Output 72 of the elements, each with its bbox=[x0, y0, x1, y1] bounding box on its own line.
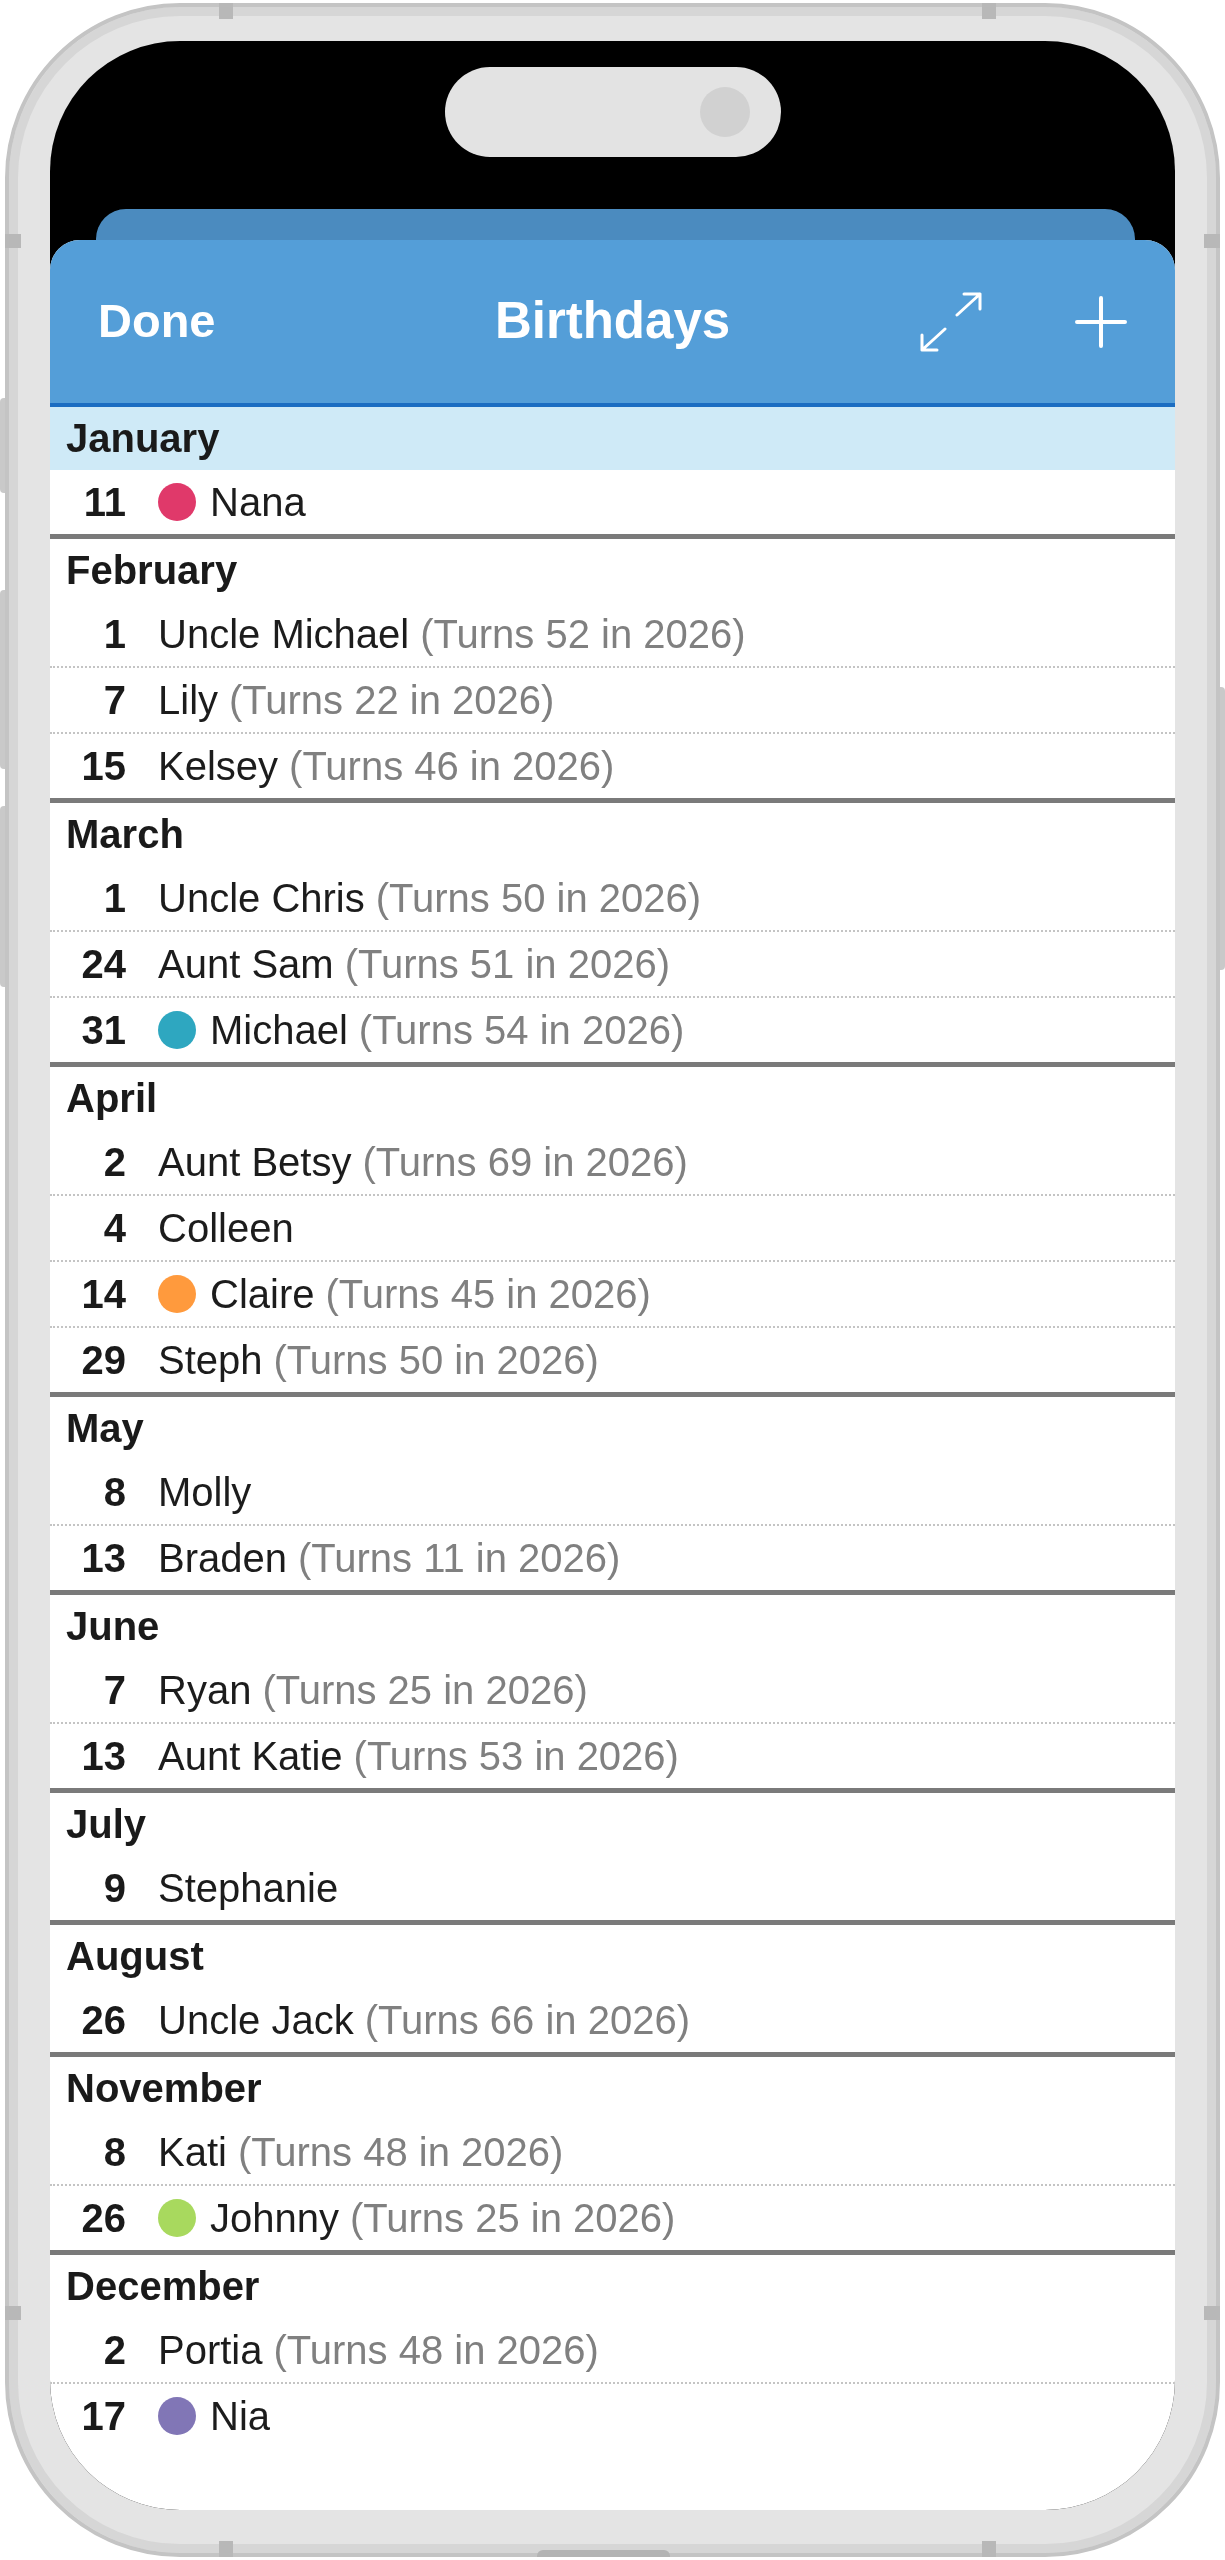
age-note: (Turns 52 in 2026) bbox=[420, 611, 746, 657]
person-name: Lily bbox=[158, 677, 219, 723]
person-name: Stephanie bbox=[158, 1865, 339, 1911]
day-number: 26 bbox=[80, 1997, 126, 2043]
day-number: 14 bbox=[80, 1271, 126, 1317]
month-label: March bbox=[66, 812, 184, 857]
month-label: December bbox=[66, 2264, 260, 2309]
day-number: 8 bbox=[102, 1469, 126, 1515]
person-name: Kelsey bbox=[158, 743, 279, 789]
add-icon[interactable] bbox=[1075, 295, 1127, 348]
age-note: (Turns 51 in 2026) bbox=[344, 941, 670, 987]
day-number: 13 bbox=[80, 1733, 126, 1779]
person-name: Steph bbox=[158, 1337, 263, 1383]
age-note: (Turns 45 in 2026) bbox=[325, 1271, 651, 1317]
person-name: Portia bbox=[158, 2327, 263, 2373]
month-label: June bbox=[66, 1604, 160, 1649]
month-label: January bbox=[66, 416, 220, 461]
age-note: (Turns 54 in 2026) bbox=[358, 1007, 685, 1053]
person-name: Uncle Jack bbox=[158, 1997, 354, 2043]
done-button[interactable]: Done bbox=[98, 294, 216, 349]
person-name: Aunt Betsy bbox=[158, 1139, 352, 1185]
day-number: 24 bbox=[80, 941, 126, 987]
day-number: 13 bbox=[80, 1535, 126, 1581]
day-number: 4 bbox=[102, 1205, 126, 1251]
nav-title: Birthdays bbox=[494, 292, 731, 351]
month-label: April bbox=[66, 1076, 158, 1121]
day-number: 2 bbox=[102, 1139, 126, 1185]
day-number: 26 bbox=[80, 2195, 126, 2241]
day-number: 8 bbox=[102, 2129, 126, 2175]
age-note: (Turns 25 in 2026) bbox=[262, 1667, 588, 1713]
person-name: Ryan bbox=[158, 1667, 252, 1713]
person-name: Uncle Michael bbox=[158, 611, 410, 657]
day-number: 31 bbox=[80, 1007, 126, 1053]
age-note: (Turns 22 in 2026) bbox=[229, 677, 555, 723]
month-label: July bbox=[66, 1802, 147, 1847]
age-note: (Turns 48 in 2026) bbox=[237, 2129, 564, 2175]
expand-icon[interactable] bbox=[920, 291, 982, 352]
age-note: (Turns 50 in 2026) bbox=[273, 1337, 599, 1383]
day-number: 1 bbox=[102, 611, 126, 657]
day-number: 11 bbox=[82, 479, 126, 525]
month-label: November bbox=[66, 2066, 262, 2111]
person-name: Aunt Katie bbox=[158, 1733, 343, 1779]
person-name: Uncle Chris bbox=[158, 875, 365, 921]
day-number: 17 bbox=[80, 2393, 126, 2439]
age-note: (Turns 66 in 2026) bbox=[364, 1997, 690, 2043]
month-label: February bbox=[66, 548, 238, 593]
person-name: Nia bbox=[210, 2393, 271, 2439]
age-note: (Turns 50 in 2026) bbox=[375, 875, 702, 921]
person-name: Aunt Sam bbox=[158, 941, 334, 987]
day-number: 7 bbox=[102, 1667, 126, 1713]
age-note: (Turns 46 in 2026) bbox=[289, 743, 615, 789]
person-name: Kati bbox=[158, 2129, 227, 2175]
age-note: (Turns 69 in 2026) bbox=[362, 1139, 688, 1185]
month-label: May bbox=[66, 1406, 144, 1451]
age-note: (Turns 53 in 2026) bbox=[353, 1733, 679, 1779]
age-note: (Turns 25 in 2026) bbox=[350, 2195, 676, 2241]
person-name: Johnny bbox=[210, 2195, 339, 2241]
day-number: 2 bbox=[102, 2327, 126, 2373]
day-number: 15 bbox=[80, 743, 126, 789]
person-name: Braden bbox=[158, 1535, 287, 1581]
person-name: Michael bbox=[210, 1007, 348, 1053]
age-note: (Turns 11 in 2026) bbox=[298, 1535, 621, 1581]
person-name: Nana bbox=[210, 479, 306, 525]
age-note: (Turns 48 in 2026) bbox=[273, 2327, 599, 2373]
day-number: 9 bbox=[102, 1865, 126, 1911]
person-name: Claire bbox=[210, 1271, 315, 1317]
person-name: Colleen bbox=[158, 1205, 294, 1251]
day-number: 29 bbox=[80, 1337, 126, 1383]
day-number: 1 bbox=[102, 875, 126, 921]
month-label: August bbox=[66, 1934, 204, 1979]
person-name: Molly bbox=[158, 1469, 252, 1515]
day-number: 7 bbox=[102, 677, 126, 723]
